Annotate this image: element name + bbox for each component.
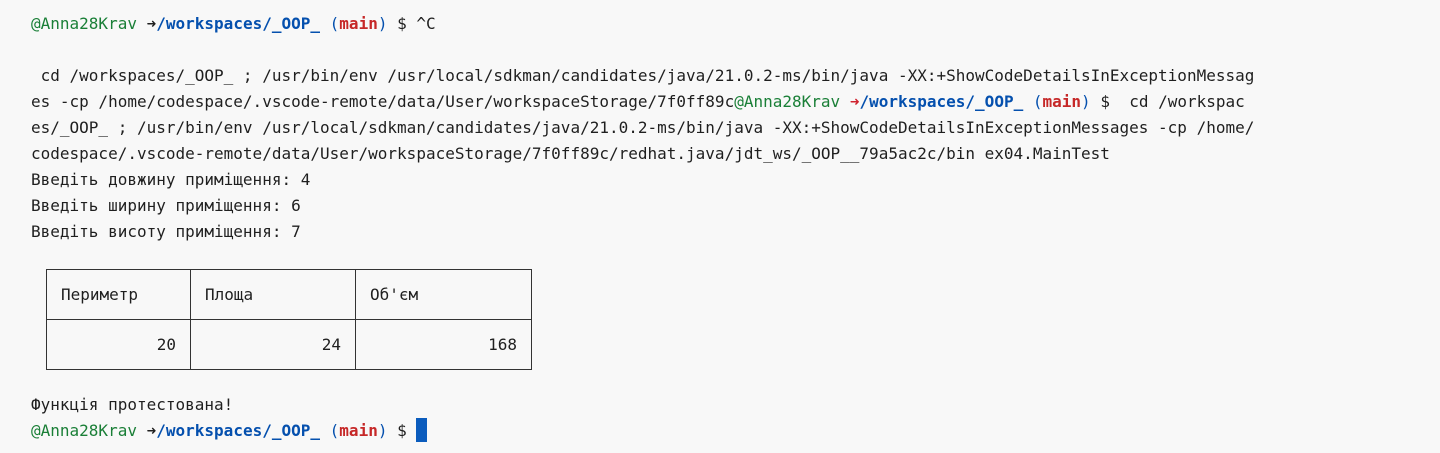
table-cell: 168: [355, 319, 532, 370]
result-table-container: Периметр Площа Об'єм 20 24 168: [46, 269, 1440, 370]
prompt-branch: main: [1042, 92, 1082, 111]
table-cell: 24: [190, 319, 356, 370]
output-line: Введіть ширину приміщення: 6: [31, 196, 301, 215]
output-line: Введіть довжину приміщення: 4: [31, 170, 311, 189]
output-line: Введіть висоту приміщення: 7: [31, 222, 301, 241]
output-line: Функція протестована!: [31, 395, 234, 414]
command-line: codespace/.vscode-remote/data/User/works…: [31, 144, 1110, 163]
table-header-row: Периметр Площа Об'єм: [46, 269, 532, 320]
prompt-path: /workspaces/_OOP_: [859, 92, 1024, 111]
table-row: 20 24 168: [46, 319, 532, 370]
prompt-user: @Anna28Krav: [734, 92, 841, 111]
prompt-arrow-icon: ➜: [849, 92, 860, 111]
prompt-line[interactable]: @Anna28Krav ➜/workspaces/_OOP_ (main) $: [31, 418, 1440, 444]
prompt-line: @Anna28Krav ➜/workspaces/_OOP_ (main) $ …: [31, 14, 436, 33]
terminal-panel[interactable]: @Anna28Krav ➜/workspaces/_OOP_ (main) $ …: [0, 0, 1440, 453]
prompt-arrow-icon: ➜: [146, 14, 157, 33]
prompt-path: /workspaces/_OOP_: [156, 14, 321, 33]
prompt-branch: main: [339, 421, 378, 440]
prompt-symbol: $: [397, 421, 407, 440]
table-header-cell: Периметр: [46, 269, 191, 320]
prompt-user: @Anna28Krav: [31, 14, 137, 33]
prompt-user: @Anna28Krav: [31, 421, 137, 440]
table-header-cell: Об'єм: [355, 269, 532, 320]
prompt-branch: main: [339, 14, 378, 33]
command-line: cd /workspaces/_OOP_ ; /usr/bin/env /usr…: [31, 66, 1255, 85]
command-line: es/_OOP_ ; /usr/bin/env /usr/local/sdkma…: [31, 118, 1255, 137]
terminal-cursor[interactable]: [416, 418, 428, 442]
command-text: ^C: [416, 14, 436, 33]
result-table: Периметр Площа Об'єм 20 24 168: [46, 269, 532, 370]
prompt-symbol: $: [1100, 92, 1110, 111]
table-cell: 20: [46, 319, 191, 370]
prompt-symbol: $: [397, 14, 407, 33]
table-header-cell: Площа: [190, 269, 356, 320]
prompt-arrow-icon: ➜: [146, 421, 157, 440]
command-line: es -cp /home/codespace/.vscode-remote/da…: [31, 92, 1245, 111]
prompt-path: /workspaces/_OOP_: [156, 421, 321, 440]
